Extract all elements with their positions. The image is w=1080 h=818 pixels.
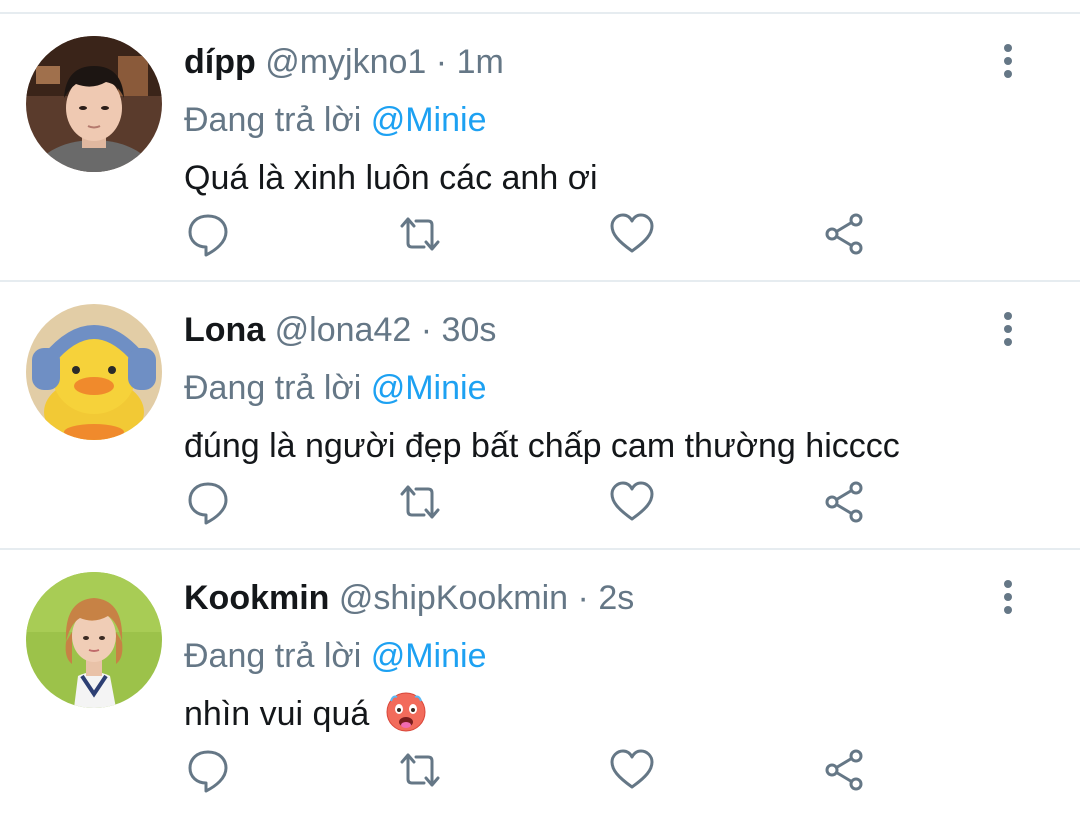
reply-icon[interactable] (184, 210, 232, 258)
user-handle[interactable]: @lona42 (275, 311, 412, 349)
replying-to: Đang trả lời @Minie (184, 636, 486, 676)
tweet-header: Lona @lona42 · 30s (184, 310, 496, 350)
tweet-header: dípp @myjkno1 · 1m (184, 42, 504, 82)
avatar[interactable] (26, 304, 162, 440)
replying-to-label: Đang trả lời (184, 637, 362, 675)
timestamp[interactable]: 2s (598, 579, 634, 617)
heart-icon[interactable] (608, 746, 656, 794)
reply-tweet[interactable]: Kookmin @shipKookmin · 2s Đang trả lời @… (0, 550, 1080, 818)
replying-to-label: Đang trả lời (184, 101, 362, 139)
heart-icon[interactable] (608, 210, 656, 258)
tweet-text: đúng là người đẹp bất chấp cam thường hi… (184, 427, 900, 465)
separator-dot: · (420, 311, 433, 349)
reply-tweet[interactable]: dípp @myjkno1 · 1m Đang trả lời @Minie Q… (0, 14, 1080, 282)
reply-icon[interactable] (184, 478, 232, 526)
display-name[interactable]: Kookmin (184, 579, 329, 617)
retweet-icon[interactable] (396, 746, 444, 794)
display-name[interactable]: Lona (184, 311, 265, 349)
separator-dot: · (577, 579, 589, 617)
tweet-text: Quá là xinh luôn các anh ơi (184, 159, 598, 197)
replying-to: Đang trả lời @Minie (184, 368, 486, 408)
timestamp[interactable]: 30s (442, 311, 497, 349)
user-handle[interactable]: @shipKookmin (339, 579, 568, 617)
avatar[interactable] (26, 572, 162, 708)
avatar[interactable] (26, 36, 162, 172)
more-vertical-icon[interactable] (990, 40, 1026, 84)
hot-face-emoji-icon (385, 691, 427, 733)
timestamp[interactable]: 1m (457, 43, 504, 81)
retweet-icon[interactable] (396, 478, 444, 526)
tweet-text-content: nhìn vui quá (184, 695, 370, 733)
more-vertical-icon[interactable] (990, 576, 1026, 620)
tweet-text: nhìn vui quá (184, 692, 427, 737)
more-vertical-icon[interactable] (990, 308, 1026, 352)
replying-to: Đang trả lời @Minie (184, 100, 486, 140)
share-icon[interactable] (820, 478, 868, 526)
display-name[interactable]: dípp (184, 43, 256, 81)
tweet-header: Kookmin @shipKookmin · 2s (184, 578, 634, 618)
mention-link[interactable]: @Minie (371, 369, 487, 407)
mention-link[interactable]: @Minie (371, 101, 487, 139)
share-icon[interactable] (820, 746, 868, 794)
mention-link[interactable]: @Minie (371, 637, 487, 675)
share-icon[interactable] (820, 210, 868, 258)
reply-icon[interactable] (184, 746, 232, 794)
reply-tweet[interactable]: Lona @lona42 · 30s Đang trả lời @Minie đ… (0, 282, 1080, 550)
separator-dot: · (435, 43, 448, 81)
retweet-icon[interactable] (396, 210, 444, 258)
replying-to-label: Đang trả lời (184, 369, 362, 407)
user-handle[interactable]: @myjkno1 (265, 43, 426, 81)
heart-icon[interactable] (608, 478, 656, 526)
